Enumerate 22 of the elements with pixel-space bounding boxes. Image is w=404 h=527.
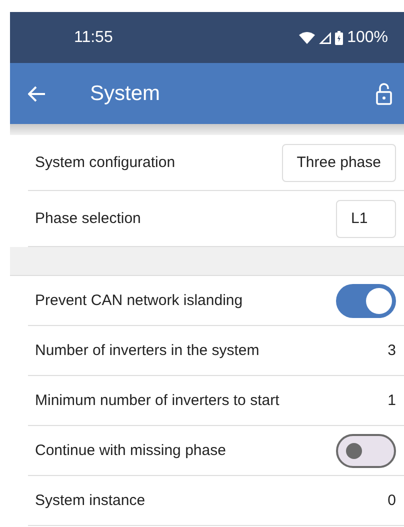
setting-label: Phase selection: [35, 210, 141, 227]
dropdown-field[interactable]: L1: [336, 200, 396, 238]
clock: 11:55: [74, 28, 113, 46]
setting-label: Number of inverters in the system: [35, 342, 260, 359]
dropdown-field[interactable]: Three phase: [282, 144, 396, 182]
battery-level: 100%: [347, 28, 388, 46]
setting-label: System instance: [35, 492, 146, 509]
unlocked-padlock-icon[interactable]: [376, 82, 392, 104]
signal-icon: [319, 32, 332, 44]
toggle-switch[interactable]: [336, 434, 396, 468]
setting-value: 1: [388, 392, 396, 409]
wifi-icon: [299, 32, 316, 44]
screen-title: System: [90, 82, 162, 106]
setting-value: 0: [388, 492, 396, 509]
setting-label: System configuration: [35, 154, 176, 171]
setting-label: Prevent CAN network islanding: [35, 292, 243, 309]
battery-icon: [335, 30, 344, 44]
toggle-switch[interactable]: [336, 284, 396, 318]
setting-value: 3: [388, 342, 396, 359]
setting-label: Minimum number of inverters to start: [35, 392, 280, 409]
back-icon[interactable]: [28, 86, 46, 102]
setting-label: Continue with missing phase: [35, 442, 226, 459]
